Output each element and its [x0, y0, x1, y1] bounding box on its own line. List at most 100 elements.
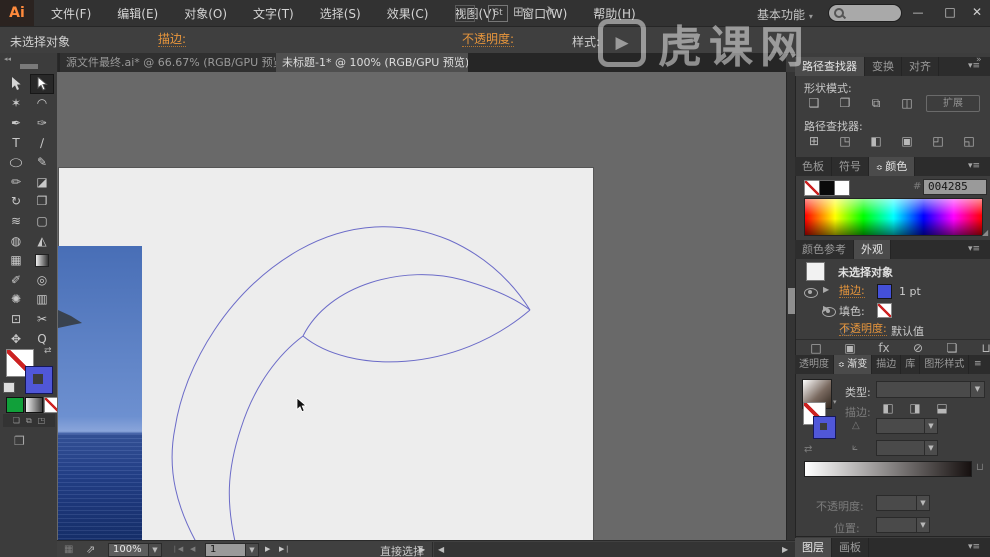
expand-row-icon[interactable]: ▶ — [823, 304, 829, 313]
paintbrush-tool[interactable]: ✎ — [31, 153, 53, 171]
blend-tool[interactable]: ◎ — [31, 271, 53, 289]
panel-grip[interactable] — [20, 64, 38, 69]
merge-icon[interactable]: ◧ — [864, 134, 888, 148]
tab-透明度[interactable]: 透明度 — [795, 355, 834, 374]
gradient-slider[interactable] — [804, 461, 972, 477]
tab-外观[interactable]: 外观 — [854, 240, 891, 259]
document-tab-active[interactable]: 未标题-1* @ 100% (RGB/GPU 预览) × — [276, 53, 468, 72]
tab-渐变[interactable]: ≎ 渐变 — [834, 355, 872, 374]
appearance-stroke-label[interactable]: 描边: — [839, 284, 865, 298]
crescent-inner-path[interactable] — [229, 336, 303, 540]
minus-front-icon[interactable]: ❐ — [833, 96, 857, 111]
free-transform-tool[interactable]: ▢ — [31, 212, 53, 230]
menu-item[interactable]: 对象(O) — [171, 5, 240, 22]
clear-appearance-icon[interactable]: ⊘ — [906, 341, 930, 355]
visibility-eye-icon[interactable] — [804, 288, 818, 298]
gradient-opacity-field[interactable] — [876, 495, 918, 511]
appearance-opacity-label[interactable]: 不透明度: — [839, 322, 887, 336]
gradient-opacity-arrow[interactable]: ▼ — [916, 495, 930, 511]
stroke-proxy-swatch[interactable] — [25, 366, 53, 394]
expand-row-icon[interactable]: ▶ — [823, 285, 829, 294]
none-swatch[interactable] — [804, 180, 820, 196]
gradient-aspect-arrow[interactable]: ▼ — [924, 440, 938, 456]
line-segment-tool[interactable]: ∕ — [31, 134, 53, 152]
panel-menu-icon[interactable]: ▾≡ — [968, 542, 986, 552]
tab-变换[interactable]: 变换 — [865, 57, 902, 76]
menu-item[interactable]: 选择(S) — [307, 5, 374, 22]
gradient-stroke-proxy[interactable] — [813, 416, 836, 439]
curvature-tool[interactable]: ✑ — [31, 114, 53, 132]
pen-tool[interactable]: ✒ — [5, 114, 27, 132]
expand-button[interactable]: 扩展 — [926, 95, 980, 112]
rotate-tool[interactable]: ↻ — [5, 192, 27, 210]
zoom-tool[interactable]: Q — [31, 330, 53, 348]
menu-item[interactable]: 帮助(H) — [580, 5, 648, 22]
workspace-switcher[interactable]: 基本功能 ▾ — [757, 6, 813, 23]
divide-icon[interactable]: ⊞ — [802, 134, 826, 148]
hand-tool[interactable]: ✥ — [5, 330, 27, 348]
export-icon[interactable]: ⇗ — [86, 543, 95, 556]
trim-icon[interactable]: ◳ — [833, 134, 857, 148]
chevron-down-icon[interactable]: ▾ — [833, 398, 837, 406]
gradient-angle-arrow[interactable]: ▼ — [924, 418, 938, 434]
outline-icon[interactable]: ◰ — [926, 134, 950, 148]
direct-selection-tool[interactable] — [30, 74, 54, 94]
slice-tool[interactable]: ✂ — [31, 310, 53, 328]
previous-page-icon[interactable]: ◀ — [190, 545, 195, 553]
tab-路径查找器[interactable]: 路径查找器 — [795, 57, 865, 76]
tab-描边[interactable]: 描边 — [872, 355, 901, 374]
status-grid-icon[interactable]: ▦ — [64, 544, 73, 555]
tab-色板[interactable]: 色板 — [795, 157, 832, 176]
status-expand-icon[interactable]: ▶ — [419, 545, 425, 554]
exclude-icon[interactable]: ◫ — [895, 96, 919, 111]
ellipse-tool[interactable]: ◯ — [5, 153, 27, 171]
draw-inside-icon[interactable]: ◳ — [38, 416, 46, 425]
canvas-area[interactable] — [57, 72, 786, 540]
panel-menu-icon[interactable]: ▾≡ — [968, 161, 986, 171]
tab-颜色参考[interactable]: 颜色参考 — [795, 240, 854, 259]
panel-menu-icon[interactable]: ▾≡ — [968, 244, 986, 254]
menu-item[interactable]: 文件(F) — [38, 5, 104, 22]
gradient-tool[interactable] — [31, 251, 53, 269]
tab-图形样式[interactable]: 图形样式 — [920, 355, 969, 374]
new-stroke-icon[interactable]: □ — [804, 341, 828, 355]
draw-behind-icon[interactable]: ⧉ — [26, 416, 32, 426]
tab-库[interactable]: 库 — [901, 355, 920, 374]
leaf-bottom-path[interactable] — [303, 310, 530, 362]
appearance-stroke-swatch[interactable] — [877, 284, 892, 299]
symbol-sprayer-tool[interactable]: ✺ — [5, 290, 27, 308]
dock-collapse-icon[interactable]: » — [976, 55, 982, 65]
color-spectrum[interactable] — [804, 198, 983, 236]
tab-画板[interactable]: 画板 — [832, 538, 869, 557]
selection-tool[interactable] — [5, 75, 27, 93]
opacity-label[interactable]: 不透明度: — [462, 33, 514, 47]
unite-icon[interactable]: ❑ — [802, 96, 826, 111]
color-button[interactable] — [6, 397, 24, 413]
graph-tool[interactable]: ▥ — [31, 290, 53, 308]
vertical-scrollbar-thumb[interactable] — [788, 288, 795, 314]
scroll-right-icon[interactable]: ▶ — [782, 545, 788, 554]
crop-icon[interactable]: ▣ — [895, 134, 919, 148]
panel-menu-icon[interactable]: ≡ — [974, 359, 986, 369]
gradient-within-stroke-icon[interactable]: ◧ — [876, 401, 900, 415]
gradient-position-field[interactable] — [876, 517, 918, 533]
appearance-fill-label[interactable]: 填色: — [839, 303, 865, 319]
first-page-icon[interactable]: ❘◀ — [172, 545, 183, 553]
stock-icon[interactable]: St — [488, 5, 508, 22]
maximize-button[interactable]: □ — [937, 4, 963, 21]
gradient-along-stroke-icon[interactable]: ◨ — [903, 401, 927, 415]
arrange-documents-icon[interactable]: ⊞ ▾ — [513, 6, 530, 21]
menu-item[interactable]: 效果(C) — [374, 5, 442, 22]
gradient-position-arrow[interactable]: ▼ — [916, 517, 930, 533]
gradient-type-dropdown[interactable] — [876, 381, 972, 398]
crescent-outer-path[interactable] — [172, 227, 530, 540]
black-swatch[interactable] — [819, 180, 835, 196]
gradient-angle-field[interactable] — [876, 418, 926, 434]
menu-item[interactable]: 文字(T) — [240, 5, 307, 22]
gradient-type-arrow[interactable]: ▼ — [970, 381, 985, 398]
duplicate-item-icon[interactable]: ❏ — [940, 341, 964, 355]
eraser-tool[interactable]: ◪ — [31, 173, 53, 191]
magic-wand-tool[interactable]: ✶ — [5, 94, 27, 112]
hex-value-field[interactable]: 004285 — [923, 179, 987, 195]
minus-back-icon[interactable]: ◱ — [957, 134, 981, 148]
